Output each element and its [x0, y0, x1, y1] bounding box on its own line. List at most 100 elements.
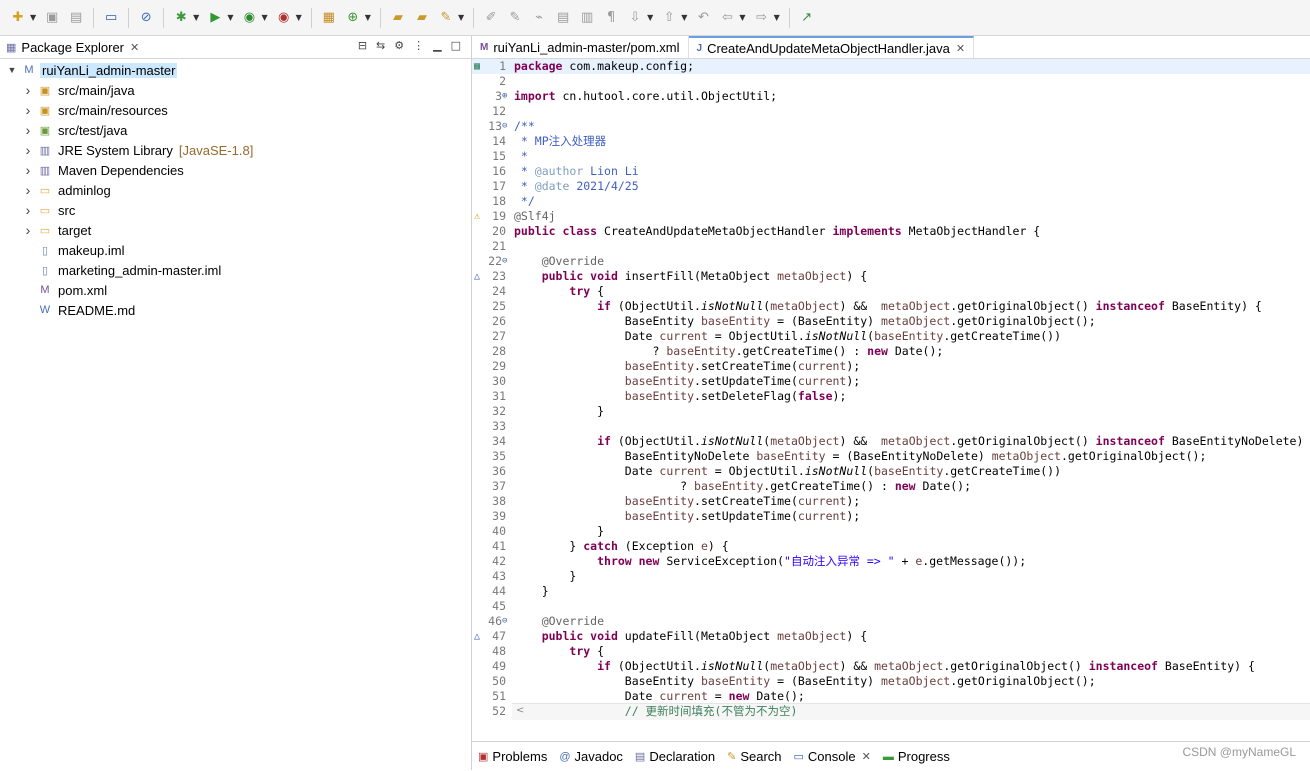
- dropdown-arrow-icon[interactable]: ▼: [681, 13, 687, 22]
- chevron-down-icon[interactable]: ▼: [6, 65, 18, 75]
- tab-problems[interactable]: ▣ Problems: [472, 749, 553, 764]
- pin-editor-icon[interactable]: ↗: [798, 9, 816, 27]
- collapse-fold-icon[interactable]: ⊖: [502, 254, 507, 269]
- filter-icon[interactable]: ⚙: [394, 39, 404, 52]
- pilcrow-icon[interactable]: ¶: [602, 9, 620, 27]
- show-whitespace-icon[interactable]: ▥: [578, 9, 596, 27]
- dropdown-arrow-icon[interactable]: ▼: [30, 13, 36, 22]
- collapse-fold-icon[interactable]: ⊖: [502, 614, 507, 629]
- collapse-all-icon[interactable]: ⊟: [358, 39, 367, 52]
- expand-fold-icon[interactable]: ⊕: [502, 89, 507, 104]
- skip-breakpoints-icon[interactable]: ⊘: [137, 9, 155, 27]
- tab-package-explorer[interactable]: ▦ Package Explorer ✕: [0, 36, 145, 58]
- next-annotation-icon[interactable]: ⇩: [626, 9, 644, 27]
- chevron-right-icon[interactable]: ›: [22, 82, 34, 98]
- toolbar-separator: [788, 7, 790, 28]
- search-icon[interactable]: ✎: [437, 9, 455, 27]
- back-icon[interactable]: ⇦: [718, 9, 736, 27]
- chevron-right-icon[interactable]: ›: [22, 182, 34, 198]
- minimize-icon[interactable]: ▁: [433, 39, 441, 52]
- tree-item[interactable]: › ▭ src: [0, 200, 471, 220]
- coverage-icon[interactable]: ◉: [240, 9, 258, 27]
- prev-annotation-icon[interactable]: ⇧: [660, 9, 678, 27]
- word-wrap-icon[interactable]: ▤: [554, 9, 572, 27]
- link-with-editor-icon[interactable]: ⇆: [376, 39, 385, 52]
- forward-icon[interactable]: ⇨: [753, 9, 771, 27]
- tree-item[interactable]: › ▭ target: [0, 220, 471, 240]
- chevron-right-icon[interactable]: ›: [22, 122, 34, 138]
- tree-item[interactable]: › ▣ src/main/java: [0, 80, 471, 100]
- debug-icon[interactable]: ✱: [172, 9, 190, 27]
- tree-item[interactable]: ▼ MruiYanLi_admin-master: [0, 60, 471, 80]
- tab-progress[interactable]: ▬ Progress: [877, 749, 956, 764]
- line-number: 17: [492, 179, 506, 193]
- tree-item[interactable]: › ▣ src/main/resources: [0, 100, 471, 120]
- new-java-package-icon[interactable]: ▦: [320, 9, 338, 27]
- last-edit-location-icon[interactable]: ↶: [694, 9, 712, 27]
- code-line: 21: [472, 239, 1310, 254]
- save-icon[interactable]: ▣: [43, 9, 61, 27]
- save-all-icon[interactable]: ▤: [67, 9, 85, 27]
- collapse-fold-icon[interactable]: ⊖: [502, 119, 507, 134]
- tree-item[interactable]: ▯ makeup.iml: [0, 240, 471, 260]
- block-selection-icon[interactable]: ⌁: [530, 9, 548, 27]
- code-line: 28 ? baseEntity.getCreateTime() : new Da…: [472, 344, 1310, 359]
- chevron-right-icon[interactable]: ›: [22, 202, 34, 218]
- dropdown-arrow-icon[interactable]: ▼: [458, 13, 464, 22]
- line-number: 19: [492, 209, 506, 223]
- dropdown-arrow-icon[interactable]: ▼: [193, 13, 199, 22]
- toggle-breadcrumb-icon[interactable]: ✎: [506, 9, 524, 27]
- tree-item[interactable]: ▯ marketing_admin-master.iml: [0, 260, 471, 280]
- code-line: 39 baseEntity.setUpdateTime(current);: [472, 509, 1310, 524]
- tree-item[interactable]: Mpom.xml: [0, 280, 471, 300]
- javadoc-icon: @: [559, 750, 571, 763]
- tab-javadoc[interactable]: @ Javadoc: [553, 749, 629, 764]
- run-icon[interactable]: ▶: [206, 9, 224, 27]
- view-menu-icon[interactable]: ⋮: [413, 39, 424, 52]
- close-icon[interactable]: ✕: [862, 750, 871, 763]
- external-tools-icon[interactable]: ◉: [275, 9, 293, 27]
- code-line: 31 baseEntity.setDeleteFlag(false);: [472, 389, 1310, 404]
- close-icon[interactable]: ✕: [956, 42, 965, 55]
- tree-item[interactable]: › ▥ Maven Dependencies: [0, 160, 471, 180]
- new-wizard-icon[interactable]: ✚: [9, 9, 27, 27]
- code-line: 41 } catch (Exception e) {: [472, 539, 1310, 554]
- tab-declaration[interactable]: ▤ Declaration: [629, 749, 721, 764]
- tab-console[interactable]: ▭ Console ✕: [788, 749, 877, 764]
- tree-item[interactable]: W README.md: [0, 300, 471, 320]
- chevron-right-icon[interactable]: ›: [22, 142, 34, 158]
- editor-tab[interactable]: J CreateAndUpdateMetaObjectHandler.java ✕: [688, 36, 975, 58]
- chevron-right-icon[interactable]: ›: [22, 222, 34, 238]
- maximize-icon[interactable]: □: [451, 39, 461, 52]
- open-console-icon[interactable]: ▭: [102, 9, 120, 27]
- open-task-icon[interactable]: ▰: [413, 9, 431, 27]
- dropdown-arrow-icon[interactable]: ▼: [261, 13, 267, 22]
- line-number: 18: [492, 194, 506, 208]
- code-line: 51 Date current = new Date();: [472, 689, 1310, 704]
- tab-search[interactable]: ✎ Search: [721, 749, 787, 764]
- line-number: 51: [492, 689, 506, 703]
- line-number: 22: [488, 254, 502, 268]
- tree-item[interactable]: › ▣ src/test/java: [0, 120, 471, 140]
- dropdown-arrow-icon[interactable]: ▼: [296, 13, 302, 22]
- editor-area: MruiYanLi_admin-master/pom.xml J CreateAnd…: [472, 36, 1310, 736]
- code-text: baseEntity.setDeleteFlag(false);: [624, 389, 847, 403]
- new-java-class-icon[interactable]: ⊕: [344, 9, 362, 27]
- chevron-right-icon[interactable]: ›: [22, 162, 34, 178]
- open-type-icon[interactable]: ▰: [389, 9, 407, 27]
- code-editor[interactable]: < ▩ 1 package com.makeup.config; 2 3 ⊕ import …: [472, 59, 1310, 720]
- close-icon[interactable]: ✕: [130, 41, 139, 54]
- dropdown-arrow-icon[interactable]: ▼: [739, 13, 745, 22]
- dropdown-arrow-icon[interactable]: ▼: [774, 13, 780, 22]
- editor-tab[interactable]: MruiYanLi_admin-master/pom.xml: [472, 36, 689, 58]
- dropdown-arrow-icon[interactable]: ▼: [227, 13, 233, 22]
- code-text: Date current = ObjectUtil.isNotNull(base…: [514, 329, 1062, 343]
- tree-item[interactable]: › ▥ JRE System Library [JavaSE-1.8]: [0, 140, 471, 160]
- line-number: 39: [492, 509, 506, 523]
- toggle-mark-occurrences-icon[interactable]: ✐: [482, 9, 500, 27]
- tree-item[interactable]: › ▭ adminlog: [0, 180, 471, 200]
- tree-item-label: makeup.iml: [58, 242, 125, 258]
- dropdown-arrow-icon[interactable]: ▼: [365, 13, 371, 22]
- dropdown-arrow-icon[interactable]: ▼: [647, 13, 653, 22]
- chevron-right-icon[interactable]: ›: [22, 102, 34, 118]
